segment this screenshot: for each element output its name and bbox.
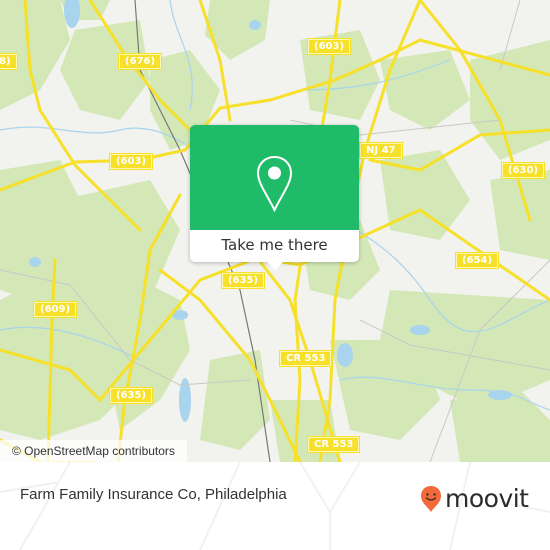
road-label: 8) — [0, 53, 18, 70]
road-label: (630) — [501, 162, 546, 179]
popup-header — [190, 125, 359, 230]
footer: Farm Family Insurance Co, Philadelphia m… — [0, 462, 550, 550]
road-label: CR 553 — [279, 350, 333, 367]
moovit-logo[interactable]: moovit — [420, 484, 529, 514]
location-popup[interactable]: Take me there — [190, 125, 359, 270]
location-pin-icon — [256, 155, 293, 213]
road-label: (603) — [307, 38, 352, 55]
road-label: (635) — [109, 387, 154, 404]
brand-name: moovit — [445, 484, 529, 513]
road-label: (609) — [33, 301, 78, 318]
road-label: (676) — [118, 53, 163, 70]
popup-pointer — [267, 262, 283, 270]
moovit-pin-icon — [421, 486, 441, 512]
road-label: (603) — [109, 153, 154, 170]
road-label: NJ 47 — [359, 142, 403, 159]
take-me-there-button[interactable]: Take me there — [190, 230, 359, 262]
road-label: (635) — [221, 272, 266, 289]
place-name: Farm Family Insurance Co, Philadelphia — [20, 486, 287, 503]
road-label: CR 553 — [307, 436, 361, 453]
map-view[interactable]: (676) (603) (603) 8) NJ 47 (630) (654) (… — [0, 0, 550, 462]
map-attribution[interactable]: © OpenStreetMap contributors — [0, 440, 187, 462]
road-label: (654) — [455, 252, 500, 269]
